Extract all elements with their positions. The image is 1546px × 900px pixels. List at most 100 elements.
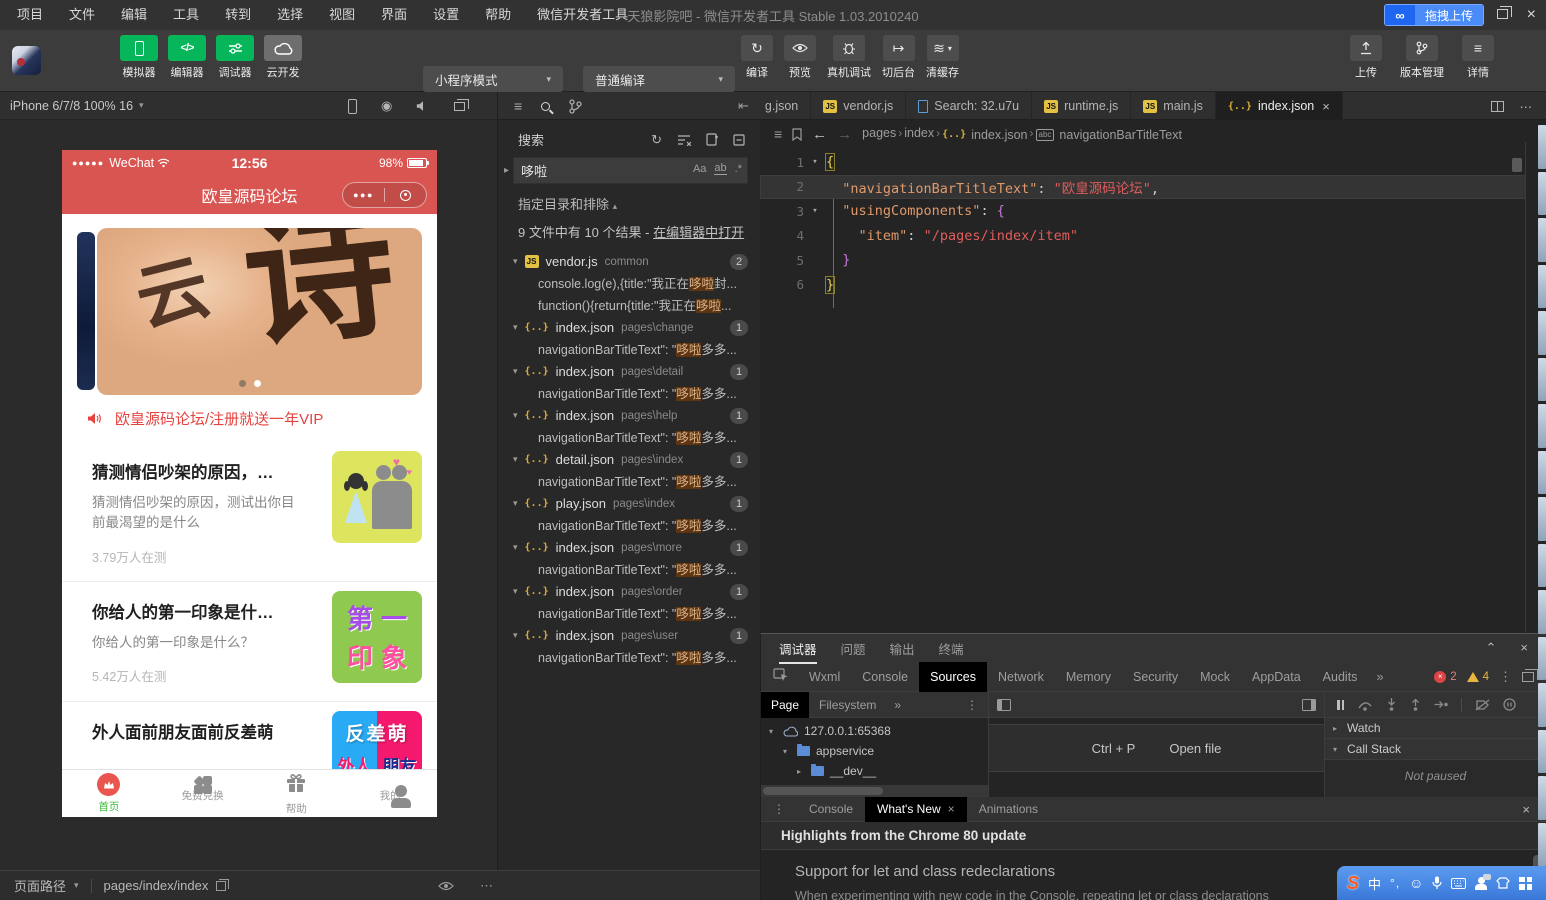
tab-1-exchange-grid-icon[interactable]: 免费兑换 (156, 770, 250, 817)
chinese-mode-icon[interactable]: 中 (1368, 874, 1381, 893)
editor-scroll-thumb[interactable] (1512, 158, 1522, 172)
window-close-icon[interactable]: × (1527, 4, 1536, 26)
punctuation-icon[interactable]: °, (1390, 876, 1400, 890)
git-branch-icon[interactable] (569, 98, 582, 114)
split-editor-icon[interactable] (1490, 100, 1504, 112)
search-icon[interactable] (541, 101, 551, 111)
match-case-icon[interactable]: Aa (693, 163, 706, 175)
search-result-file-8[interactable]: ▾ {..} index.json pages\user 1 (498, 625, 760, 647)
devtools-tab-console[interactable]: Console (851, 662, 919, 692)
menu-item-8[interactable]: 设置 (420, 0, 472, 30)
devtools-tab-audits[interactable]: Audits (1312, 662, 1369, 692)
menu-item-4[interactable]: 转到 (212, 0, 264, 30)
more-icon[interactable]: ⋯ (480, 878, 493, 894)
ime-account-icon[interactable] (1475, 873, 1492, 890)
sources-side-tab-page[interactable]: Page (761, 691, 810, 718)
outline-icon[interactable]: ≡ (514, 98, 522, 114)
devtools-tab-sources[interactable]: Sources (919, 661, 987, 692)
breadcrumb[interactable]: pages › index › {..} index.json › abc navigation… (862, 126, 1182, 142)
copy-path-icon[interactable] (216, 878, 230, 891)
close-panel-icon[interactable]: × (1520, 640, 1528, 656)
breadcrumb-item[interactable]: abc navigationBarTitleText (1035, 128, 1182, 142)
more-tabs-icon[interactable]: » (1368, 669, 1391, 684)
action-cache-icon[interactable]: ≋ ▾ 清缓存 (926, 35, 959, 80)
search-result-file-4[interactable]: ▾ {..} detail.json pages\index 1 (498, 449, 760, 471)
editor-scrollbar[interactable] (1525, 142, 1526, 633)
sources-side-tab-filesystem[interactable]: Filesystem (809, 692, 886, 718)
tab-3-profile-person-icon[interactable]: 我的 (343, 770, 437, 817)
deactivate-breakpoints-icon[interactable] (1475, 698, 1490, 711)
pause-script-icon[interactable] (1337, 699, 1344, 710)
search-result-file-5[interactable]: ▾ {..} play.json pages\index 1 (498, 493, 760, 515)
search-result-file-0[interactable]: ▾ JS vendor.js common 2 (498, 251, 760, 273)
editor-more-icon[interactable]: ⋯ (1520, 99, 1533, 114)
notice-bar[interactable]: 欧皇源码论坛/注册就送一年VIP (62, 402, 437, 434)
debugger-panel-tab-3[interactable]: 终端 (939, 639, 964, 658)
navigator-menu-icon[interactable]: ⋮ (966, 698, 988, 712)
whole-word-icon[interactable]: ab (714, 162, 727, 175)
open-in-editor-link[interactable]: 在编辑器中打开 (653, 225, 744, 240)
search-match[interactable]: navigationBarTitleText": "哆啦多多... (498, 427, 760, 449)
compile-mode-dropdown[interactable]: 普通编译 ▾ (583, 66, 735, 92)
search-match[interactable]: navigationBarTitleText": "哆啦多多... (498, 339, 760, 361)
code-line-6[interactable]: 6 } (760, 273, 1526, 298)
tab-2-help-gift-icon[interactable]: 帮助 (250, 770, 344, 817)
code-line-2[interactable]: 2 "navigationBarTitleText": "欧皇源码论坛", (760, 174, 1526, 199)
menu-item-1[interactable]: 文件 (56, 0, 108, 30)
menu-item-10[interactable]: 微信开发者工具 (524, 0, 641, 30)
code-area[interactable]: 1 ▾ { 2 "navigationBarTitleText": "欧皇源码论… (760, 150, 1526, 308)
banner-carousel[interactable]: 云 诗 (62, 228, 437, 395)
search-match[interactable]: navigationBarTitleText": "哆啦多多... (498, 471, 760, 493)
search-match[interactable]: navigationBarTitleText": "哆啦多多... (498, 515, 760, 537)
drag-upload-button[interactable]: ∞ 拖拽上传 (1383, 4, 1484, 26)
action-details-icon[interactable]: ≡ 详情 (1462, 35, 1494, 80)
toggle-debugger-sidebar-icon[interactable] (1302, 698, 1316, 711)
toggle-replace-icon[interactable]: ▸ (504, 165, 509, 176)
callstack-section[interactable]: ▾ Call Stack (1325, 739, 1546, 760)
watch-section[interactable]: ▸ Watch (1325, 718, 1546, 739)
ime-menu-icon[interactable] (1519, 876, 1533, 890)
microphone-icon[interactable] (1432, 876, 1443, 890)
record-icon[interactable]: ◉ (381, 98, 392, 114)
drawer-tab-2[interactable]: Animations (967, 797, 1050, 822)
breadcrumb-item[interactable]: index (904, 126, 934, 140)
menu-item-3[interactable]: 工具 (160, 0, 212, 30)
search-match[interactable]: function(){return{title:"我正在哆啦... (498, 295, 760, 317)
editor-tab-1[interactable]: JS vendor.js (811, 92, 907, 120)
editor-tab-2[interactable]: Search: 32.u7u (906, 92, 1033, 120)
action-version-icon[interactable]: 版本管理 (1400, 35, 1444, 80)
menu-item-2[interactable]: 编辑 (108, 0, 160, 30)
rotate-device-icon[interactable] (348, 98, 357, 114)
mode-button-0[interactable]: 模拟器 (120, 35, 158, 80)
menu-item-6[interactable]: 视图 (316, 0, 368, 30)
step-icon[interactable] (1434, 699, 1448, 710)
close-tab-icon[interactable]: × (948, 802, 955, 816)
menu-item-0[interactable]: 项目 (4, 0, 56, 30)
quiz-list-item-1[interactable]: 你给人的第一印象是什… 你给人的第一印象是什么？ 5.42万人在测 第一 印象 (62, 582, 437, 702)
toggle-navigator-icon[interactable] (997, 698, 1011, 711)
more-dots-icon[interactable]: ●●● (343, 190, 384, 200)
tree-item-2[interactable]: ▸ __dev__ (761, 761, 988, 781)
fold-icon[interactable]: ▾ (804, 157, 826, 167)
action-device-debug-icon[interactable]: 真机调试 (827, 35, 871, 80)
error-badge[interactable]: × 2 (1434, 670, 1457, 683)
pause-on-exceptions-icon[interactable] (1503, 698, 1516, 711)
step-over-icon[interactable] (1357, 699, 1373, 711)
code-line-1[interactable]: 1 ▾ { (760, 150, 1526, 175)
search-result-file-3[interactable]: ▾ {..} index.json pages\help 1 (498, 405, 760, 427)
editor-tab-4[interactable]: JS main.js (1131, 92, 1216, 120)
user-avatar[interactable] (12, 46, 41, 75)
quiz-list-item-0[interactable]: 猜测情侣吵架的原因，… 猜测情侣吵架的原因，测试出你目前最渴望的是什么 3.79… (62, 442, 437, 582)
warning-badge[interactable]: 4 (1466, 671, 1489, 683)
clear-results-icon[interactable] (677, 134, 691, 146)
mode-button-3[interactable]: 云开发 (264, 35, 302, 80)
bookmark-icon[interactable] (792, 127, 802, 141)
drawer-tab-1[interactable]: What's New × (865, 797, 967, 822)
applet-mode-dropdown[interactable]: 小程序模式 ▾ (423, 66, 563, 92)
debugger-panel-tab-2[interactable]: 输出 (890, 639, 915, 658)
search-match[interactable]: console.log(e),{title:"我正在哆啦封... (498, 273, 760, 295)
ime-toolbar[interactable]: S 中 °, ☺ (1337, 866, 1546, 900)
devtools-tab-wxml[interactable]: Wxml (798, 662, 851, 692)
search-match[interactable]: navigationBarTitleText": "哆啦多多... (498, 603, 760, 625)
mode-button-1[interactable]: </> 编辑器 (168, 35, 206, 80)
